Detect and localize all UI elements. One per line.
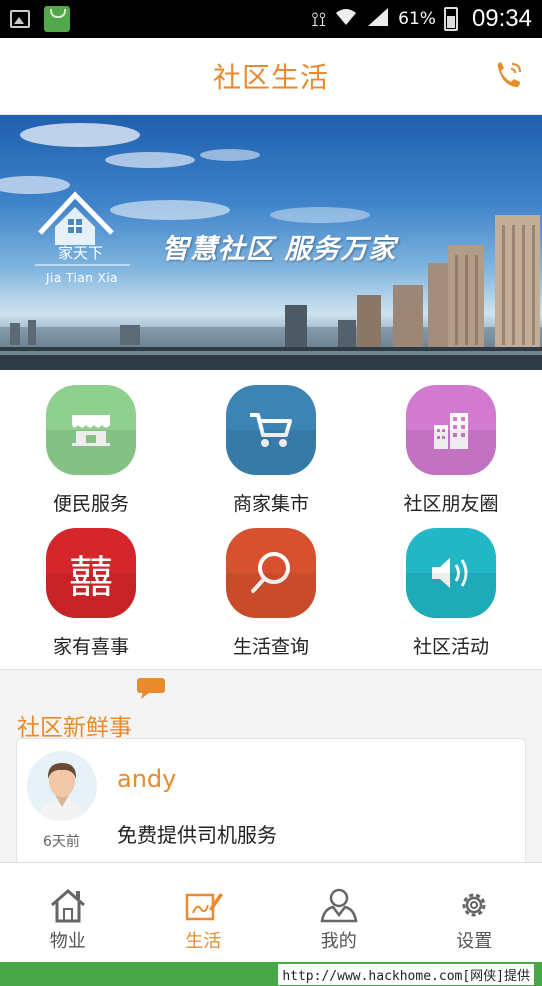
shop-awning-icon [46,385,136,475]
gear-icon [462,893,486,917]
battery-percent: 61% [398,9,436,29]
tab-settings[interactable]: 设置 [407,863,542,962]
clock: 09:34 [471,5,532,32]
bottom-tab-bar: 物业 生活 我的 设置 [0,862,542,962]
tab-label: 生活 [185,931,222,952]
grid-label: 生活查询 [232,636,309,658]
magnifier-icon [226,528,316,618]
news-card[interactable]: andy 免费提供司机服务 6天前 [16,738,526,878]
shopping-cart-icon [226,385,316,475]
app-header: 社区生活 [0,38,542,115]
tab-label: 物业 [49,931,86,952]
tab-mine[interactable]: 我的 [271,863,407,962]
logo-text: 家天下 [58,244,104,262]
grid-item-community-activities[interactable]: 社区活动 [361,528,541,668]
gallery-notification-icon [10,10,30,28]
grid-label: 社区朋友圈 [403,493,499,515]
signal-icon [366,7,390,32]
feature-grid: 便民服务 商家集市 社区朋友圈 囍 家有喜事 生活查询 社区活动 [0,370,542,670]
house-icon [50,889,85,923]
banner-slogan: 智慧社区 服务万家 [162,234,397,265]
vibrate-icon: ⟟⟟ [311,7,327,31]
page-title: 社区生活 [212,61,329,94]
post-time: 6天前 [43,834,80,850]
grid-label: 社区活动 [412,636,489,658]
battery-icon [443,7,458,31]
user-icon [320,888,358,923]
grid-item-convenience-service[interactable]: 便民服务 [1,385,181,525]
tab-label: 我的 [320,931,357,952]
post-content: 免费提供司机服务 [117,823,277,847]
community-news-section: 社区新鲜事 andy 免费提供司机服务 6天前 [0,670,542,878]
tab-property[interactable]: 物业 [0,863,136,962]
store-notification-icon [44,6,70,32]
chat-bubble-icon [137,678,165,699]
watermark-bar: http://www.hackhome.com[网侠]提供 [0,962,542,986]
double-happiness-icon: 囍 [46,528,136,618]
tab-life[interactable]: 生活 [136,863,272,962]
tab-label: 设置 [456,931,493,952]
avatar[interactable] [27,751,97,821]
phone-icon[interactable] [492,58,526,92]
edit-note-icon [186,893,224,921]
post-author[interactable]: andy [117,765,176,793]
grid-label: 家有喜事 [52,636,129,658]
grid-item-merchant-market[interactable]: 商家集市 [181,385,361,525]
grid-item-community-moments[interactable]: 社区朋友圈 [361,385,541,525]
logo-subtext: Jia Tian Xia [46,271,119,285]
grid-label: 便民服务 [52,493,129,515]
grid-item-happy-events[interactable]: 囍 家有喜事 [1,528,181,668]
speaker-icon [406,528,496,618]
banner-image[interactable]: 家天下 Jia Tian Xia 智慧社区 服务万家 [0,115,542,370]
wifi-icon [334,7,358,32]
grid-item-life-query[interactable]: 生活查询 [181,528,361,668]
section-title: 社区新鲜事 [17,715,132,741]
status-bar: ⟟⟟ 61% 09:34 [0,0,542,38]
watermark-text: http://www.hackhome.com[网侠]提供 [278,963,534,985]
grid-label: 商家集市 [232,493,309,515]
buildings-icon [406,385,496,475]
